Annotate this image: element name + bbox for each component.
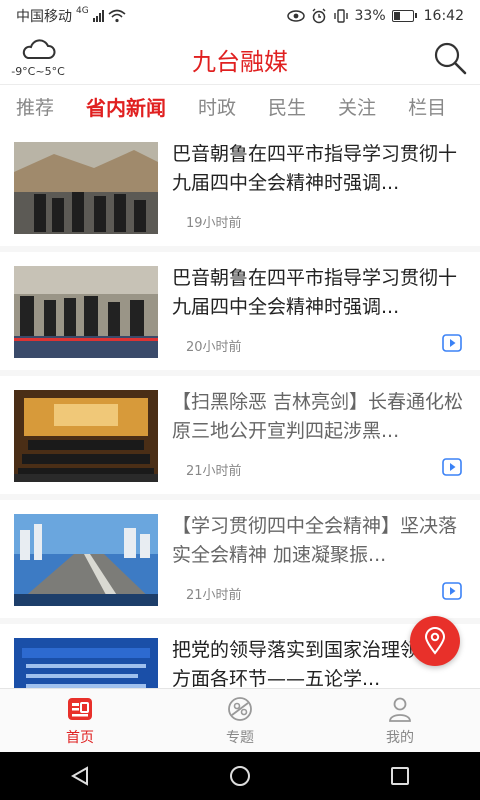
news-time: 20小时前 [186,340,242,355]
alarm-icon [312,8,326,24]
news-item[interactable]: 【扫黑除恶 吉林亮剑】长春通化松原三地公开宣判四起涉黑... 21小时前 [0,376,480,494]
news-item[interactable]: 把党的领导落实到国家治理领域各方面各环节——五论学... [0,624,480,688]
news-thumbnail [14,514,158,606]
location-fab[interactable] [410,616,460,666]
vibrate-icon [333,9,348,23]
nav-topics[interactable]: 专题 [160,689,320,753]
topics-globe-icon [228,697,252,721]
news-item[interactable]: 巴音朝鲁在四平市指导学习贯彻十九届四中全会精神时强调... 19小时前 [0,128,480,246]
clock-label: 16:42 [423,8,464,24]
location-pin-icon [424,627,446,655]
home-circle-icon[interactable] [229,765,251,787]
news-time: 21小时前 [186,588,242,603]
news-time: 19小时前 [186,216,242,231]
news-thumbnail [14,266,158,358]
news-time: 21小时前 [186,464,242,479]
search-icon [434,42,467,75]
news-thumbnail [14,142,158,234]
news-title: 【学习贯彻四中全会精神】坚决落实全会精神 加速凝聚振... [172,515,458,566]
signal-icon [92,10,104,22]
news-title: 巴音朝鲁在四平市指导学习贯彻十九届四中全会精神时强调... [172,267,458,318]
news-item[interactable]: 【学习贯彻四中全会精神】坚决落实全会精神 加速凝聚振... 21小时前 [0,500,480,618]
bottom-nav: 首页 专题 我的 [0,688,480,753]
news-title: 巴音朝鲁在四平市指导学习贯彻十九届四中全会精神时强调... [172,143,458,194]
category-tabs: 推荐 省内新闻 时政 民生 关注 栏目 [0,84,480,127]
nav-home[interactable]: 首页 [0,689,160,753]
home-news-icon [68,698,92,720]
status-bar: 中国移动 4G 33% 16:42 [0,0,480,32]
video-play-icon [442,458,462,476]
tab-provincial-news[interactable]: 省内新闻 [70,92,182,121]
nav-topics-label: 专题 [226,730,254,746]
tab-livelihood[interactable]: 民生 [252,93,322,120]
profile-icon [389,697,411,722]
system-nav-bar [0,752,480,800]
app-header: -9°C~5°C 九台融媒 [0,32,480,84]
nav-profile[interactable]: 我的 [320,689,480,753]
news-thumbnail [14,390,158,482]
eye-icon [286,10,305,22]
battery-percent: 33% [354,8,386,24]
video-play-icon [442,334,462,352]
back-icon[interactable] [69,765,91,787]
carrier-label: 中国移动 [16,9,72,25]
nav-profile-label: 我的 [386,730,414,746]
news-thumbnail [14,638,158,688]
recents-icon[interactable] [389,765,411,787]
tab-recommend[interactable]: 推荐 [0,93,70,120]
tab-columns[interactable]: 栏目 [392,93,462,120]
news-list: 巴音朝鲁在四平市指导学习贯彻十九届四中全会精神时强调... 19小时前 巴音朝鲁… [0,128,480,688]
wifi-icon [108,9,126,23]
news-title: 【扫黑除恶 吉林亮剑】长春通化松原三地公开宣判四起涉黑... [172,391,464,442]
battery-icon [391,10,417,22]
app-title: 九台融媒 [192,48,288,76]
search-button[interactable] [432,40,468,76]
news-item[interactable]: 巴音朝鲁在四平市指导学习贯彻十九届四中全会精神时强调... 20小时前 [0,252,480,370]
tab-focus[interactable]: 关注 [322,93,392,120]
video-play-icon [442,582,462,600]
tab-politics[interactable]: 时政 [182,93,252,120]
nav-home-label: 首页 [66,730,94,746]
network-label: 4G [76,6,89,16]
